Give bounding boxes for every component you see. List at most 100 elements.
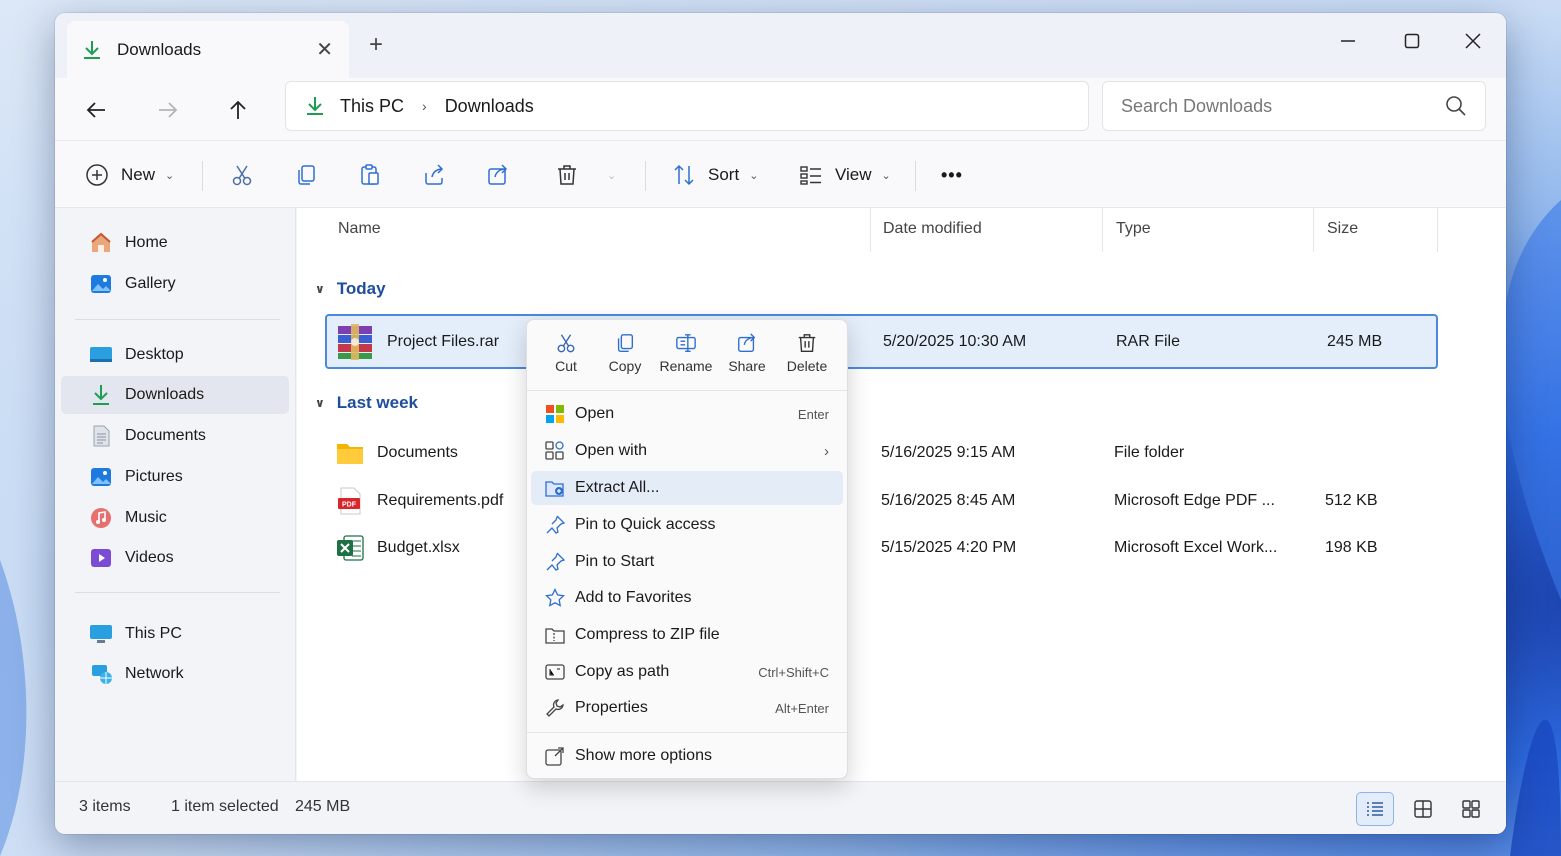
breadcrumb-downloads[interactable]: Downloads <box>445 96 534 117</box>
file-date: 5/16/2025 8:45 AM <box>881 491 1016 509</box>
large-icons-view-button[interactable] <box>1452 792 1490 826</box>
menu-item-copy-path[interactable]: Copy as path Ctrl+Shift+C <box>531 655 843 689</box>
column-divider[interactable] <box>1102 208 1103 252</box>
sidebar-item-this-pc[interactable]: This PC <box>61 615 289 653</box>
menu-item-label: Add to Favorites <box>575 589 692 606</box>
context-rename-button[interactable]: Rename <box>654 332 718 374</box>
download-arrow-icon <box>81 39 103 61</box>
minimize-button[interactable] <box>1318 23 1378 59</box>
menu-item-pin-quick-access[interactable]: Pin to Quick access <box>531 508 843 542</box>
breadcrumb-this-pc[interactable]: This PC <box>340 96 404 117</box>
file-date: 5/15/2025 4:20 PM <box>881 538 1017 556</box>
menu-item-extract-all[interactable]: Extract All... <box>531 471 843 505</box>
forward-button[interactable] <box>150 92 186 128</box>
navigation-pane: Home Gallery Desktop Downloads Documents… <box>55 208 296 781</box>
file-type: Microsoft Edge PDF ... <box>1114 491 1275 509</box>
extract-icon <box>545 481 564 497</box>
sidebar-item-pictures[interactable]: Pictures <box>61 458 289 496</box>
view-list-icon <box>800 166 821 185</box>
new-button[interactable]: New ⌄ <box>85 155 174 195</box>
sidebar-item-label: Music <box>125 509 167 526</box>
close-tab-icon[interactable]: ✕ <box>316 37 333 62</box>
menu-item-add-favorites[interactable]: Add to Favorites <box>531 581 843 615</box>
menu-item-properties[interactable]: Properties Alt+Enter <box>531 691 843 725</box>
tab-downloads[interactable]: Downloads ✕ <box>67 21 349 78</box>
context-cut-button[interactable]: Cut <box>534 332 598 374</box>
menu-item-open-with[interactable]: Open with › <box>531 434 843 468</box>
chevron-right-icon[interactable]: › <box>422 98 427 114</box>
scissors-icon <box>557 334 575 353</box>
column-header-type[interactable]: Type <box>1116 220 1151 238</box>
chevron-down-icon: ⌄ <box>607 169 617 182</box>
menu-item-label: Pin to Start <box>575 553 655 570</box>
new-label: New <box>121 165 156 184</box>
group-header-last-week[interactable]: ∨ Last week <box>315 393 418 413</box>
details-view-button[interactable] <box>1356 792 1394 826</box>
menu-item-compress-zip[interactable]: Compress to ZIP file <box>531 618 843 652</box>
sidebar-item-home[interactable]: Home <box>61 224 289 262</box>
view-button[interactable]: View ⌄ <box>799 155 891 195</box>
back-button[interactable] <box>78 92 114 128</box>
rename-button[interactable] <box>422 155 446 195</box>
star-icon <box>545 588 565 607</box>
share-icon <box>425 164 444 185</box>
search-input[interactable]: Search Downloads <box>1102 81 1486 131</box>
pin-icon <box>546 552 565 571</box>
desktop-icon <box>90 347 112 362</box>
address-bar[interactable]: This PC › Downloads <box>285 81 1089 131</box>
column-divider[interactable] <box>1437 208 1438 252</box>
column-divider[interactable] <box>1313 208 1314 252</box>
view-label: View <box>835 165 872 184</box>
download-arrow-icon <box>304 95 326 117</box>
new-tab-button[interactable]: + <box>361 31 391 59</box>
cut-button[interactable] <box>230 155 254 195</box>
context-copy-button[interactable]: Copy <box>593 332 657 374</box>
sidebar-item-label: Desktop <box>125 346 184 363</box>
sort-button[interactable]: Sort ⌄ <box>672 155 758 195</box>
sidebar-item-music[interactable]: Music <box>61 499 289 537</box>
copy-button[interactable] <box>294 155 318 195</box>
sidebar-item-videos[interactable]: Videos <box>61 539 289 577</box>
gallery-icon <box>91 275 111 293</box>
search-icon[interactable] <box>1445 95 1467 117</box>
sidebar-item-downloads[interactable]: Downloads <box>61 376 289 414</box>
context-share-button[interactable]: Share <box>715 332 779 374</box>
folder-icon <box>337 443 363 464</box>
up-button[interactable] <box>220 92 256 128</box>
column-divider[interactable] <box>870 208 871 252</box>
menu-item-open[interactable]: Open Enter <box>531 397 843 431</box>
tiles-view-button[interactable] <box>1404 792 1442 826</box>
home-icon <box>91 232 111 252</box>
group-label: Today <box>336 279 386 298</box>
maximize-button[interactable] <box>1382 23 1442 59</box>
file-name: Documents <box>377 443 458 461</box>
column-header-name[interactable]: Name <box>338 220 381 238</box>
file-name: Project Files.rar <box>387 332 500 350</box>
sidebar-item-desktop[interactable]: Desktop <box>61 336 289 374</box>
rename-icon <box>676 334 696 352</box>
context-delete-button[interactable]: Delete <box>775 332 839 374</box>
delete-button[interactable] <box>555 155 579 195</box>
more-options-button[interactable]: ••• <box>941 155 963 195</box>
column-header-size[interactable]: Size <box>1327 220 1358 238</box>
table-row[interactable]: Project Files.rar 5/20/2025 10:30 AM RAR… <box>325 314 1438 369</box>
column-header-date[interactable]: Date modified <box>883 220 982 238</box>
share-button[interactable] <box>486 155 510 195</box>
group-header-today[interactable]: ∨ Today <box>315 279 386 299</box>
chevron-right-icon: › <box>824 442 829 460</box>
chevron-down-icon: ∨ <box>315 282 325 296</box>
menu-item-show-more-options[interactable]: Show more options <box>531 739 843 773</box>
table-row[interactable]: Documents 5/16/2025 9:15 AM File folder <box>325 425 1438 480</box>
paste-button[interactable] <box>358 155 382 195</box>
sidebar-item-documents[interactable]: Documents <box>61 417 289 455</box>
sidebar-item-gallery[interactable]: Gallery <box>61 265 289 303</box>
sidebar-item-network[interactable]: Network <box>61 655 289 693</box>
file-name-cell: Documents <box>335 438 458 468</box>
quick-action-label: Rename <box>659 358 713 374</box>
menu-item-pin-start[interactable]: Pin to Start <box>531 545 843 579</box>
close-window-button[interactable] <box>1443 23 1503 59</box>
arrow-right-icon <box>159 102 178 118</box>
tab-title: Downloads <box>117 39 202 59</box>
music-icon <box>91 508 111 528</box>
table-row[interactable]: Budget.xlsx 5/15/2025 4:20 PM Microsoft … <box>325 520 1438 575</box>
